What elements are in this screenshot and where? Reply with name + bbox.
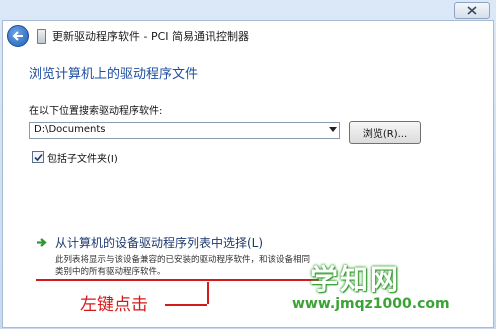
path-combobox[interactable]: D:\Documents [29, 122, 340, 139]
annotation-pointer [165, 304, 207, 306]
watermark-url: www.jmqz1000.com [292, 296, 450, 312]
green-arrow-icon [37, 238, 47, 247]
location-label: 在以下位置搜索驱动程序软件: [29, 106, 163, 117]
close-icon [467, 6, 477, 15]
back-arrow-icon [12, 31, 23, 41]
window-title: 更新驱动程序软件 - PCI 简易通讯控制器 [52, 30, 250, 43]
dropdown-arrow-icon[interactable] [329, 127, 337, 132]
close-button[interactable] [454, 2, 490, 19]
include-subfolders-label[interactable]: 包括子文件夹(I) [47, 150, 118, 165]
page-heading: 浏览计算机上的驱动程序文件 [29, 67, 199, 82]
device-icon [37, 28, 46, 44]
annotation-text: 左键点击 [80, 295, 148, 315]
choose-from-list-description: 此列表将显示与该设备兼容的已安装的驱动程序软件，和该设备相同类别中的所有驱动程序… [55, 255, 311, 277]
path-value: D:\Documents [34, 124, 106, 135]
back-button[interactable] [7, 25, 29, 47]
title-bar: 更新驱动程序软件 - PCI 简易通讯控制器 [3, 21, 493, 51]
watermark-logo: 学知网 [310, 263, 401, 296]
dialog-client-area: 更新驱动程序软件 - PCI 简易通讯控制器 浏览计算机上的驱动程序文件 在以下… [2, 20, 494, 328]
include-subfolders-checkbox[interactable] [32, 151, 44, 163]
choose-from-list-link[interactable]: 从计算机的设备驱动程序列表中选择(L) [55, 234, 263, 251]
checkmark-icon [33, 153, 43, 161]
annotation-underline [36, 279, 319, 281]
browse-button[interactable]: 浏览(R)... [349, 121, 421, 144]
annotation-connector [207, 282, 209, 304]
